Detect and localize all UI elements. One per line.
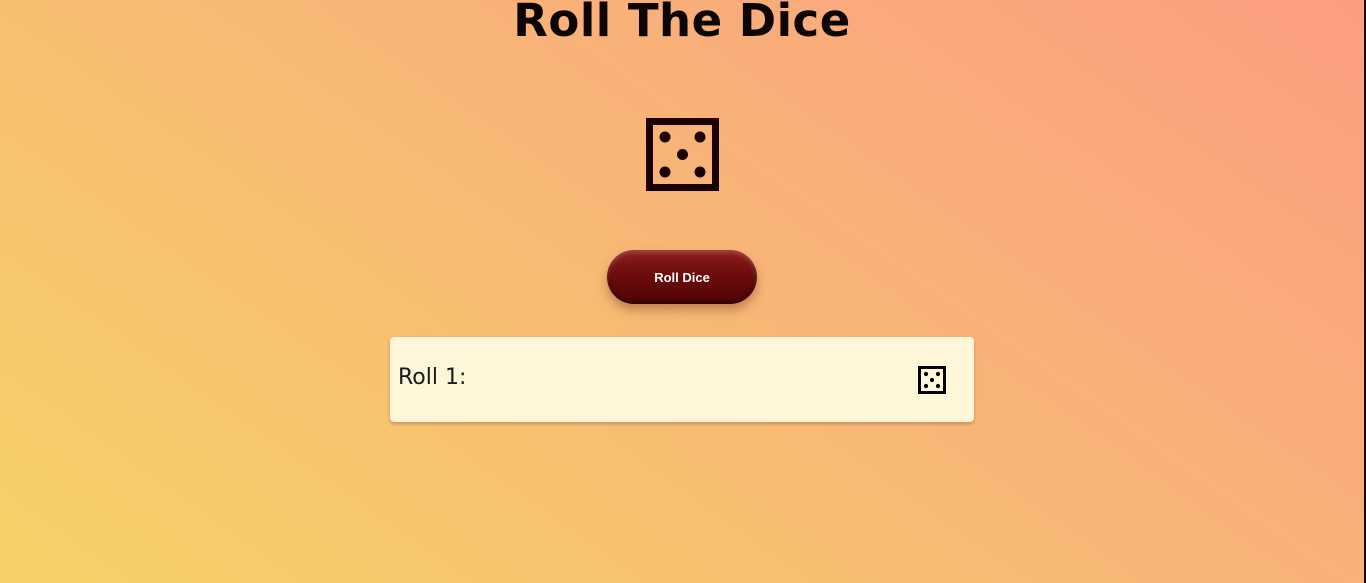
roll-history-card: Roll 1:	[390, 337, 974, 422]
dice-five-icon	[646, 118, 719, 191]
page-title: Roll The Dice	[513, 0, 851, 47]
roll-history-label: Roll 1:	[398, 365, 467, 390]
dice-five-icon	[918, 366, 946, 394]
roll-dice-button[interactable]: Roll Dice	[607, 250, 757, 304]
